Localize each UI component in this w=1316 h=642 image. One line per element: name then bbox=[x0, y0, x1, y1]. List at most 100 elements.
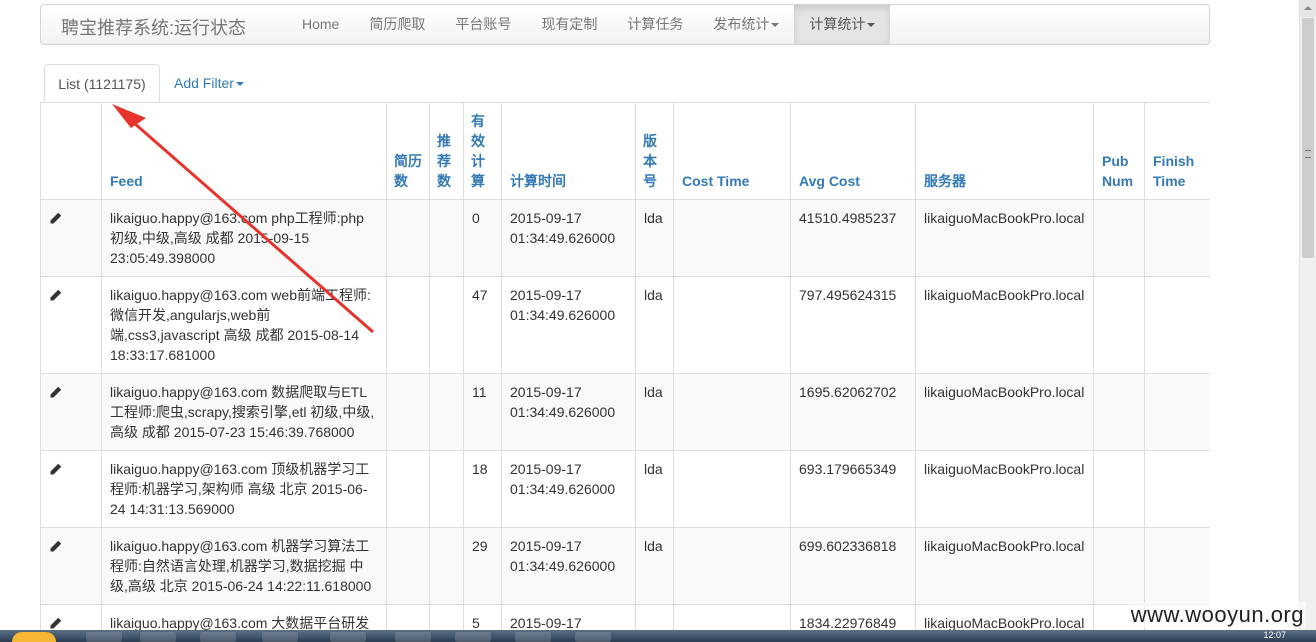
edit-cell bbox=[40, 373, 102, 451]
taskbar-app-icon[interactable] bbox=[140, 632, 176, 642]
top-navbar: 聘宝推荐系统:运行状态 Home 简历爬取 平台账号 现有定制 计算任务 发布统… bbox=[40, 4, 1210, 45]
server-cell: likaiguoMacBookPro.local bbox=[915, 527, 1094, 605]
taskbar-app-icon[interactable] bbox=[86, 632, 122, 642]
server-cell: likaiguoMacBookPro.local bbox=[915, 199, 1094, 277]
table-header-row: Feed 简历数 推荐数 有效计算 计算时间 版本号 Cost Time Avg… bbox=[40, 102, 1210, 200]
pub-num-cell bbox=[1093, 276, 1145, 374]
column-header-resumes[interactable]: 简历数 bbox=[386, 102, 430, 200]
finish-time-cell bbox=[1144, 276, 1210, 374]
feed-cell: likaiguo.happy@163.com 顶级机器学习工程师:机器学习,架构… bbox=[101, 450, 387, 528]
taskbar-app-icon[interactable] bbox=[200, 632, 236, 642]
table-row: likaiguo.happy@163.com 机器学习算法工程师:自然语言处理,… bbox=[40, 527, 1210, 605]
resumes-cell bbox=[386, 199, 430, 277]
pencil-icon[interactable] bbox=[49, 539, 63, 553]
watermark: www.wooyun.org bbox=[1128, 602, 1306, 628]
calc-time-cell: 2015-09-17 01:34:49.626000 bbox=[501, 527, 636, 605]
pencil-icon[interactable] bbox=[49, 616, 63, 630]
pencil-icon[interactable] bbox=[49, 211, 63, 225]
pub-num-cell bbox=[1093, 450, 1145, 528]
nav-item-compute-tasks[interactable]: 计算任务 bbox=[612, 5, 698, 44]
taskbar-app-icon[interactable] bbox=[515, 632, 551, 642]
valid-calc-cell: 29 bbox=[463, 527, 502, 605]
column-header-pub-num[interactable]: Pub Num bbox=[1093, 102, 1145, 200]
column-header-finish-time[interactable]: Finish Time bbox=[1144, 102, 1210, 200]
nav-item-resume-crawl[interactable]: 简历爬取 bbox=[354, 5, 440, 44]
avg-cost-cell: 41510.4985237 bbox=[790, 199, 916, 277]
column-header-feed[interactable]: Feed bbox=[101, 102, 387, 200]
edit-cell bbox=[40, 450, 102, 528]
vertical-scrollbar[interactable] bbox=[1299, 0, 1316, 642]
caret-down-icon bbox=[235, 82, 244, 87]
version-cell: lda bbox=[635, 199, 674, 277]
table-row: likaiguo.happy@163.com 顶级机器学习工程师:机器学习,架构… bbox=[40, 450, 1210, 528]
column-header-version[interactable]: 版本号 bbox=[635, 102, 674, 200]
caret-down-icon bbox=[771, 23, 780, 28]
avg-cost-cell: 699.602336818 bbox=[790, 527, 916, 605]
resumes-cell bbox=[386, 276, 430, 374]
column-header-cost-time[interactable]: Cost Time bbox=[673, 102, 791, 200]
recommends-cell bbox=[429, 373, 464, 451]
edit-cell bbox=[40, 199, 102, 277]
table-row: likaiguo.happy@163.com php工程师:php 初级,中级,… bbox=[40, 199, 1210, 277]
nav-item-home[interactable]: Home bbox=[287, 5, 354, 44]
column-header-server[interactable]: 服务器 bbox=[915, 102, 1094, 200]
column-header-valid-calc[interactable]: 有效计算 bbox=[463, 102, 502, 200]
recommends-cell bbox=[429, 276, 464, 374]
feed-cell: likaiguo.happy@163.com php工程师:php 初级,中级,… bbox=[101, 199, 387, 277]
resumes-cell bbox=[386, 450, 430, 528]
taskbar-app-icon[interactable] bbox=[575, 632, 611, 642]
taskbar-app-icon[interactable] bbox=[330, 632, 366, 642]
table-row: likaiguo.happy@163.com 数据爬取与ETL工程师:爬虫,sc… bbox=[40, 373, 1210, 451]
pub-num-cell bbox=[1093, 199, 1145, 277]
finish-time-cell bbox=[1144, 199, 1210, 277]
taskbar-clock: 12:07 bbox=[1263, 630, 1286, 640]
results-table-container: Feed 简历数 推荐数 有效计算 计算时间 版本号 Cost Time Avg… bbox=[40, 102, 1210, 642]
finish-time-cell bbox=[1144, 373, 1210, 451]
pencil-icon[interactable] bbox=[49, 462, 63, 476]
valid-calc-cell: 18 bbox=[463, 450, 502, 528]
nav-item-existing-custom[interactable]: 现有定制 bbox=[526, 5, 612, 44]
nav-item-platform-accounts[interactable]: 平台账号 bbox=[440, 5, 526, 44]
finish-time-cell bbox=[1144, 527, 1210, 605]
server-cell: likaiguoMacBookPro.local bbox=[915, 373, 1094, 451]
navbar-brand[interactable]: 聘宝推荐系统:运行状态 bbox=[61, 14, 246, 40]
edit-cell bbox=[40, 527, 102, 605]
cost-time-cell bbox=[673, 527, 791, 605]
server-cell: likaiguoMacBookPro.local bbox=[915, 450, 1094, 528]
caret-down-icon bbox=[867, 23, 876, 28]
column-header-calc-time[interactable]: 计算时间 bbox=[501, 102, 636, 200]
nav-item-publish-stats[interactable]: 发布统计 bbox=[698, 5, 794, 44]
pencil-icon[interactable] bbox=[49, 385, 63, 399]
cost-time-cell bbox=[673, 276, 791, 374]
valid-calc-cell: 47 bbox=[463, 276, 502, 374]
results-table: Feed 简历数 推荐数 有效计算 计算时间 版本号 Cost Time Avg… bbox=[40, 102, 1210, 642]
table-row: likaiguo.happy@163.com web前端工程师:微信开发,ang… bbox=[40, 276, 1210, 374]
scroll-up-icon[interactable] bbox=[1300, 0, 1316, 17]
column-header-edit bbox=[40, 102, 102, 200]
pub-num-cell bbox=[1093, 373, 1145, 451]
server-cell: likaiguoMacBookPro.local bbox=[915, 276, 1094, 374]
tab-list[interactable]: List (1121175) bbox=[44, 64, 160, 102]
add-filter-dropdown[interactable]: Add Filter bbox=[174, 64, 244, 102]
calc-time-cell: 2015-09-17 01:34:49.626000 bbox=[501, 199, 636, 277]
column-header-recommends[interactable]: 推荐数 bbox=[429, 102, 464, 200]
taskbar-app-icon[interactable] bbox=[455, 632, 491, 642]
resumes-cell bbox=[386, 373, 430, 451]
valid-calc-cell: 0 bbox=[463, 199, 502, 277]
column-header-avg-cost[interactable]: Avg Cost bbox=[790, 102, 916, 200]
feed-cell: likaiguo.happy@163.com 机器学习算法工程师:自然语言处理,… bbox=[101, 527, 387, 605]
nav-item-compute-stats[interactable]: 计算统计 bbox=[794, 5, 891, 44]
version-cell: lda bbox=[635, 527, 674, 605]
calc-time-cell: 2015-09-17 01:34:49.626000 bbox=[501, 373, 636, 451]
feed-cell: likaiguo.happy@163.com web前端工程师:微信开发,ang… bbox=[101, 276, 387, 374]
taskbar-app-icon[interactable] bbox=[395, 632, 431, 642]
pencil-icon[interactable] bbox=[49, 288, 63, 302]
recommends-cell bbox=[429, 527, 464, 605]
calc-time-cell: 2015-09-17 01:34:49.626000 bbox=[501, 450, 636, 528]
taskbar-app-icon[interactable] bbox=[262, 632, 298, 642]
navbar-menu: Home 简历爬取 平台账号 现有定制 计算任务 发布统计 计算统计 bbox=[287, 5, 891, 44]
scrollbar-thumb[interactable] bbox=[1302, 18, 1314, 258]
recommends-cell bbox=[429, 450, 464, 528]
start-button[interactable] bbox=[12, 632, 56, 642]
version-cell: lda bbox=[635, 450, 674, 528]
